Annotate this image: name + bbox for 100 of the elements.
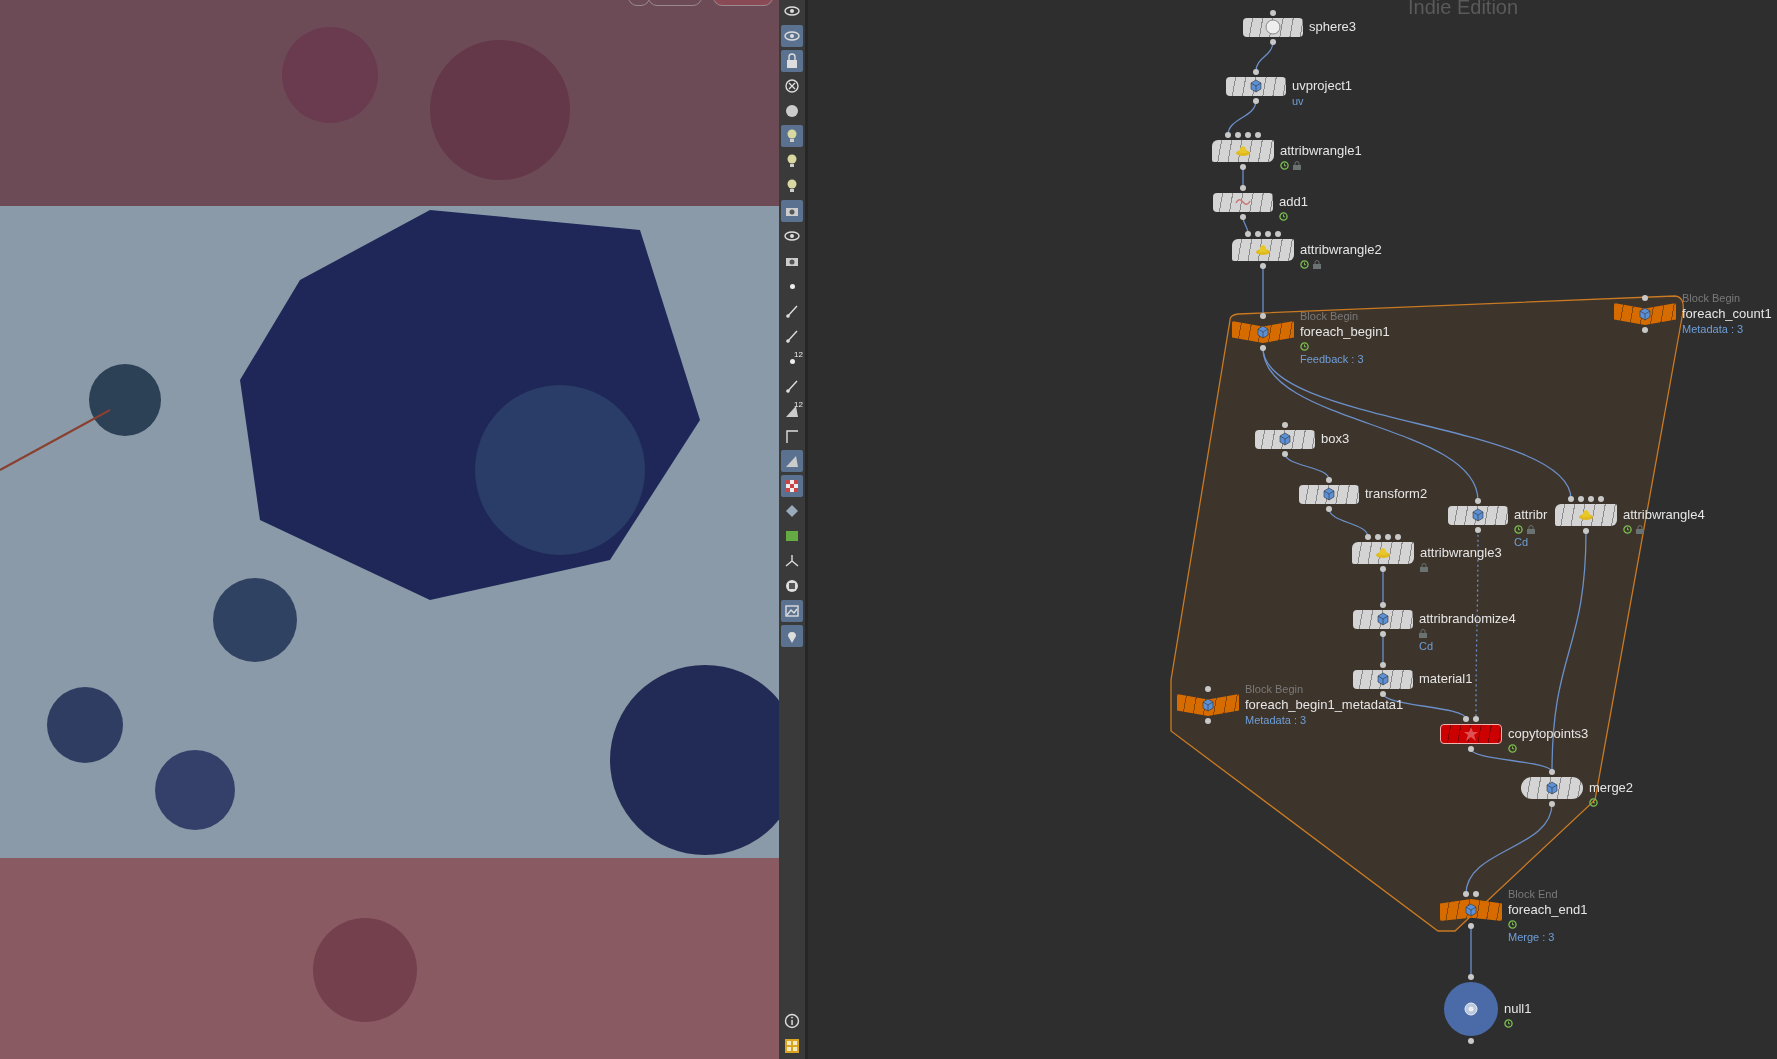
sphere-icon bbox=[1265, 19, 1281, 35]
eye-icon bbox=[784, 228, 800, 244]
node-tile[interactable] bbox=[1521, 777, 1583, 799]
diamond-icon bbox=[784, 503, 800, 519]
map-icon bbox=[784, 528, 800, 544]
dot-icon bbox=[789, 283, 795, 289]
cube-icon bbox=[1375, 611, 1391, 627]
output-connector[interactable] bbox=[1380, 566, 1386, 572]
hat-icon bbox=[1235, 143, 1251, 159]
node-label: material1 bbox=[1419, 671, 1473, 687]
output-connector[interactable] bbox=[1260, 263, 1266, 269]
input-connector[interactable] bbox=[1549, 769, 1555, 775]
eye-icon bbox=[784, 3, 800, 19]
input-connector[interactable] bbox=[1475, 497, 1481, 504]
node-tile[interactable] bbox=[1212, 140, 1274, 162]
input-connector[interactable] bbox=[1642, 295, 1648, 301]
node-label: uvproject1 bbox=[1292, 78, 1352, 94]
tool-button[interactable] bbox=[781, 475, 803, 497]
tool-button[interactable] bbox=[781, 50, 803, 72]
output-connector[interactable] bbox=[1583, 528, 1589, 534]
circle-icon bbox=[784, 103, 800, 119]
lock-icon bbox=[784, 53, 800, 69]
node-tile[interactable] bbox=[1232, 239, 1294, 261]
dot-icon bbox=[789, 358, 795, 364]
node-info: Feedback : 3 bbox=[1300, 353, 1364, 366]
node-label: attribwrangle2 bbox=[1300, 242, 1382, 258]
node-tile[interactable] bbox=[1440, 899, 1502, 921]
output-connector[interactable] bbox=[1205, 718, 1211, 724]
node-info: Metadata : 3 bbox=[1245, 714, 1307, 727]
node-label: attribr bbox=[1514, 507, 1548, 523]
output-connector[interactable] bbox=[1240, 164, 1246, 170]
tool-button[interactable] bbox=[781, 25, 803, 47]
tool-button[interactable] bbox=[781, 625, 803, 647]
grid-icon bbox=[784, 1038, 800, 1054]
close-icon bbox=[784, 78, 800, 94]
node-tile[interactable] bbox=[1555, 504, 1617, 526]
node-tile[interactable] bbox=[1440, 724, 1502, 744]
tool-number: 12 bbox=[794, 350, 803, 359]
node-type-label: Block Begin bbox=[1245, 683, 1304, 696]
node-label: sphere3 bbox=[1309, 19, 1356, 35]
input-connector[interactable] bbox=[1468, 974, 1474, 980]
input-connector[interactable] bbox=[1380, 661, 1386, 668]
node-info: Cd bbox=[1419, 640, 1434, 653]
node-info: Cd bbox=[1514, 536, 1529, 549]
eye-icon bbox=[784, 28, 800, 44]
output-connector[interactable] bbox=[1260, 345, 1266, 351]
node-info: Metadata : 3 bbox=[1682, 323, 1744, 336]
null-icon bbox=[1463, 1001, 1479, 1017]
output-connector[interactable] bbox=[1380, 690, 1386, 697]
cube-icon bbox=[1544, 780, 1560, 796]
input-connector[interactable] bbox=[1270, 9, 1276, 16]
input-connector[interactable] bbox=[1253, 68, 1259, 75]
axis-icon bbox=[784, 553, 800, 569]
cube-icon bbox=[1277, 431, 1293, 447]
node-info: uv bbox=[1292, 95, 1304, 108]
output-connector[interactable] bbox=[1549, 801, 1555, 807]
input-connector[interactable] bbox=[1282, 421, 1288, 428]
output-connector[interactable] bbox=[1380, 630, 1386, 637]
corner-icon bbox=[784, 428, 800, 444]
tool-button[interactable] bbox=[781, 200, 803, 222]
input-connector[interactable] bbox=[1260, 313, 1266, 319]
cube-icon bbox=[1637, 306, 1653, 322]
output-connector[interactable] bbox=[1468, 1038, 1474, 1044]
tool-button[interactable]: 12 bbox=[781, 400, 803, 422]
hat-icon bbox=[1578, 507, 1594, 523]
node-tile[interactable] bbox=[1213, 192, 1273, 212]
node-label: attribrandomize4 bbox=[1419, 611, 1516, 627]
node-label: null1 bbox=[1504, 1001, 1532, 1017]
node-tile[interactable] bbox=[1352, 542, 1414, 564]
node-label: transform2 bbox=[1365, 486, 1428, 502]
node-tile[interactable] bbox=[1243, 17, 1303, 37]
output-connector[interactable] bbox=[1270, 38, 1276, 45]
output-connector[interactable] bbox=[1468, 923, 1474, 929]
node-info: Merge : 3 bbox=[1508, 931, 1555, 944]
output-connector[interactable] bbox=[1240, 213, 1246, 220]
input-connector[interactable] bbox=[1240, 184, 1246, 191]
node-label: add1 bbox=[1279, 194, 1308, 210]
tool-button[interactable]: 12 bbox=[781, 350, 803, 372]
node-label: foreach_begin1 bbox=[1300, 324, 1390, 340]
output-connector[interactable] bbox=[1468, 746, 1474, 752]
input-connector[interactable] bbox=[1326, 476, 1332, 483]
output-connector[interactable] bbox=[1282, 450, 1288, 457]
node-tile[interactable] bbox=[1444, 982, 1498, 1036]
cube-icon bbox=[1255, 324, 1271, 340]
cube-icon bbox=[1321, 486, 1337, 502]
output-connector[interactable] bbox=[1642, 327, 1648, 333]
brush-icon bbox=[784, 303, 800, 319]
output-connector[interactable] bbox=[1475, 526, 1481, 533]
cube-icon bbox=[1470, 507, 1486, 523]
output-connector[interactable] bbox=[1253, 97, 1259, 104]
node-label: attribwrangle3 bbox=[1420, 545, 1502, 561]
node-tile[interactable] bbox=[1226, 76, 1286, 96]
input-connector[interactable] bbox=[1380, 601, 1386, 608]
output-connector[interactable] bbox=[1326, 505, 1332, 512]
node-type-label: Block Begin bbox=[1682, 292, 1741, 305]
node-label: foreach_end1 bbox=[1508, 902, 1588, 918]
star-icon bbox=[1463, 726, 1479, 742]
node-type-label: Block Begin bbox=[1300, 310, 1359, 323]
input-connector[interactable] bbox=[1205, 686, 1211, 692]
hat-icon bbox=[1375, 545, 1391, 561]
